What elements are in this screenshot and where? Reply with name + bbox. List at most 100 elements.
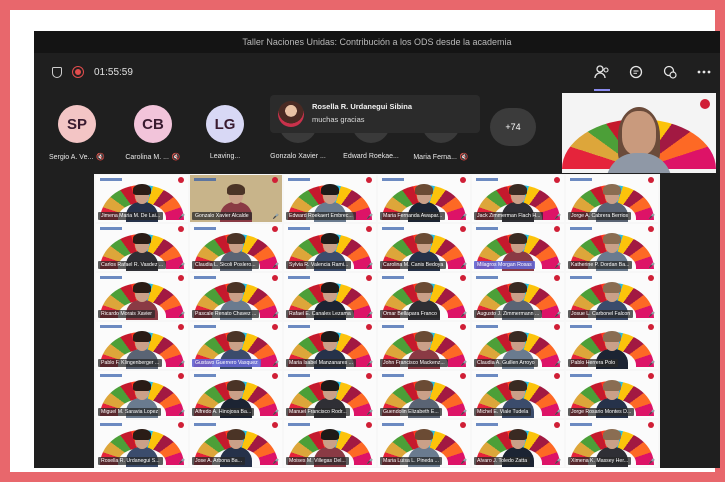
participant-video[interactable]: Edward Roekaert Embrec... 🎤 (284, 175, 376, 222)
participant-video[interactable]: Pascale Renato Chavez ... 🎤 (190, 273, 282, 320)
mic-icon: 🎤 (272, 410, 279, 416)
participant-name-label: Alvaro J. Toledo Zatta (474, 457, 531, 465)
participant-name: Maria Ferna... 🔇 (413, 154, 469, 161)
participant-video[interactable]: Milagros Morgan Rosas 🎤 (472, 224, 564, 271)
participant-video[interactable]: Claudia L. Sicoli Poslero... 🎤 (190, 224, 282, 271)
mic-icon: 🎤 (554, 312, 561, 318)
participant-hair (509, 233, 527, 244)
participant-video[interactable]: Josue L. Carbonel Falcon 🎤 (566, 273, 658, 320)
participant-video[interactable]: Jose A. Arbona Ba... 🎤 (190, 420, 282, 467)
participant-video[interactable]: Jorge Rosario Montes D... 🎤 (566, 371, 658, 418)
participant-video[interactable]: Guendolin Elizabeth E... 🎤 (378, 371, 470, 418)
university-logo-icon (178, 177, 184, 183)
participant-video[interactable]: Jimena Maria M. De Lai... 🎤 (96, 175, 188, 222)
participant-video[interactable]: Maria Fernanda Awapar... 🎤 (378, 175, 470, 222)
teams-meeting-window: Taller Naciones Unidas: Contribución a l… (34, 31, 720, 468)
participant-name-label: Rafael E. Canales Lezama (286, 310, 354, 318)
participant-video[interactable]: Rafael E. Canales Lezama 🎤 (284, 273, 376, 320)
university-logo-icon (700, 99, 710, 109)
participant-video[interactable]: Katherine P. Dordan Ba... 🎤 (566, 224, 658, 271)
chat-notification[interactable]: Rosella R. Urdanegui Sibina muchas graci… (270, 95, 480, 133)
participant-tile[interactable]: SP Sergio A. Ve... 🔇 (42, 91, 112, 171)
participant-video[interactable]: Augusto J. Zimmermann ... 🎤 (472, 273, 564, 320)
participant-video[interactable]: Jack Zimmerman Flach H... 🎤 (472, 175, 564, 222)
mic-icon: 🎤 (272, 459, 279, 465)
participant-video[interactable]: John Francisco Mackenz... 🎤 (378, 322, 470, 369)
participant-hair (133, 184, 151, 195)
event-banner (100, 325, 122, 328)
more-participants-badge[interactable]: +74 (490, 108, 536, 146)
event-banner (194, 423, 216, 426)
participant-name-label: Jimena Maria M. De Lai... (98, 212, 164, 220)
participant-video[interactable]: Sylvia R. Valencia Rami... 🎤 (284, 224, 376, 271)
participant-video[interactable]: Maria Isabel Manzanares ... 🎤 (284, 322, 376, 369)
event-banner (100, 423, 122, 426)
university-logo-icon (554, 275, 560, 281)
participant-name-label: Edward Roekaert Embrec... (286, 212, 356, 220)
participant-video[interactable]: Claudia A. Guillen Arroyo 🎤 (472, 322, 564, 369)
mic-icon: 🎤 (554, 361, 561, 367)
mic-icon: 🎤 (178, 410, 185, 416)
participant-tile[interactable]: CB Carolina M. ... 🔇 (118, 91, 188, 171)
participant-hair (321, 233, 339, 244)
participant-video[interactable]: Michel E. Viale Tudela 🎤 (472, 371, 564, 418)
mic-icon: 🎤 (648, 361, 655, 367)
participant-hair (603, 233, 621, 244)
self-video-preview[interactable] (562, 93, 716, 173)
participant-video[interactable]: Jorge A. Cabrera Berrios 🎤 (566, 175, 658, 222)
participant-video[interactable]: Omar Bellapara Franco 🎤 (378, 273, 470, 320)
participant-video[interactable]: Alfredo A. Hinojosa Ba... 🎤 (190, 371, 282, 418)
participant-hair (603, 282, 621, 293)
event-banner (194, 227, 216, 230)
participant-name-label: Josue L. Carbonel Falcon (568, 310, 634, 318)
mic-icon: 🎤 (554, 263, 561, 269)
participant-video[interactable]: Maria Luisa L. Pineda ... 🎤 (378, 420, 470, 467)
participant-video[interactable]: Pablo Herrera Polo 🎤 (566, 322, 658, 369)
participant-name-label: Moises M. Villegas Del... (286, 457, 349, 465)
participant-tile[interactable]: LG Leaving... (194, 91, 256, 171)
university-logo-icon (366, 275, 372, 281)
participant-video[interactable]: Carlos Rafael R. Vasdez ... 🎤 (96, 224, 188, 271)
participant-video[interactable]: Alvaro J. Toledo Zatta 🎤 (472, 420, 564, 467)
event-banner (476, 325, 498, 328)
participant-hair (603, 380, 621, 391)
meeting-toolbar: 01:55:59 (34, 53, 720, 91)
people-icon[interactable] (592, 62, 612, 91)
university-logo-icon (648, 226, 654, 232)
shield-icon[interactable] (52, 66, 62, 78)
mic-icon: 🎤 (554, 214, 561, 220)
participant-video[interactable]: Rosella R. Urdanegui S... 🎤 (96, 420, 188, 467)
participant-name-label: Maria Fernanda Awapar... (380, 212, 446, 220)
participant-hair (321, 429, 339, 440)
mic-icon: 🎤 (460, 214, 467, 220)
participant-hair (603, 429, 621, 440)
event-banner (476, 374, 498, 377)
event-banner (100, 276, 122, 279)
participant-video[interactable]: Ricardo Morais Xavier 🎤 (96, 273, 188, 320)
chat-icon[interactable] (626, 62, 646, 82)
participant-video[interactable]: Gustavo Guerrero Vasquez 🎤 (190, 322, 282, 369)
reactions-icon[interactable] (660, 62, 680, 82)
participant-name-label: Jorge Rosario Montes D... (568, 408, 635, 416)
more-icon[interactable] (694, 62, 714, 82)
participant-name-label: Katherine P. Dordan Ba... (568, 261, 633, 269)
university-logo-icon (272, 275, 278, 281)
participant-video[interactable]: Moises M. Villegas Del... 🎤 (284, 420, 376, 467)
university-logo-icon (554, 226, 560, 232)
participant-name-label: Milagros Morgan Rosas (474, 261, 535, 269)
participant-video[interactable]: Ximena K. Massey Her... 🎤 (566, 420, 658, 467)
participant-hair (415, 380, 433, 391)
participant-video[interactable]: Carolina M. Canis Bedoya 🎤 (378, 224, 470, 271)
mic-icon: 🎤 (648, 263, 655, 269)
event-banner (288, 276, 310, 279)
mic-icon: 🎤 (648, 214, 655, 220)
participant-name-label: Ricardo Morais Xavier (98, 310, 156, 318)
participant-video[interactable]: Miguel M. Saravia Lopez 🎤 (96, 371, 188, 418)
participant-name-label: Claudia L. Sicoli Poslero... (192, 261, 259, 269)
participant-video[interactable]: Manuel Francisco Rodr... 🎤 (284, 371, 376, 418)
university-logo-icon (460, 226, 466, 232)
participant-name-label: Augusto J. Zimmermann ... (474, 310, 543, 318)
participant-name: Gonzalo Xavier ... (270, 153, 326, 160)
participant-video[interactable]: Pablo F. Klingenberger ... 🎤 (96, 322, 188, 369)
participant-video[interactable]: Gonzalo Xavier Alcalde 🎤 (190, 175, 282, 222)
